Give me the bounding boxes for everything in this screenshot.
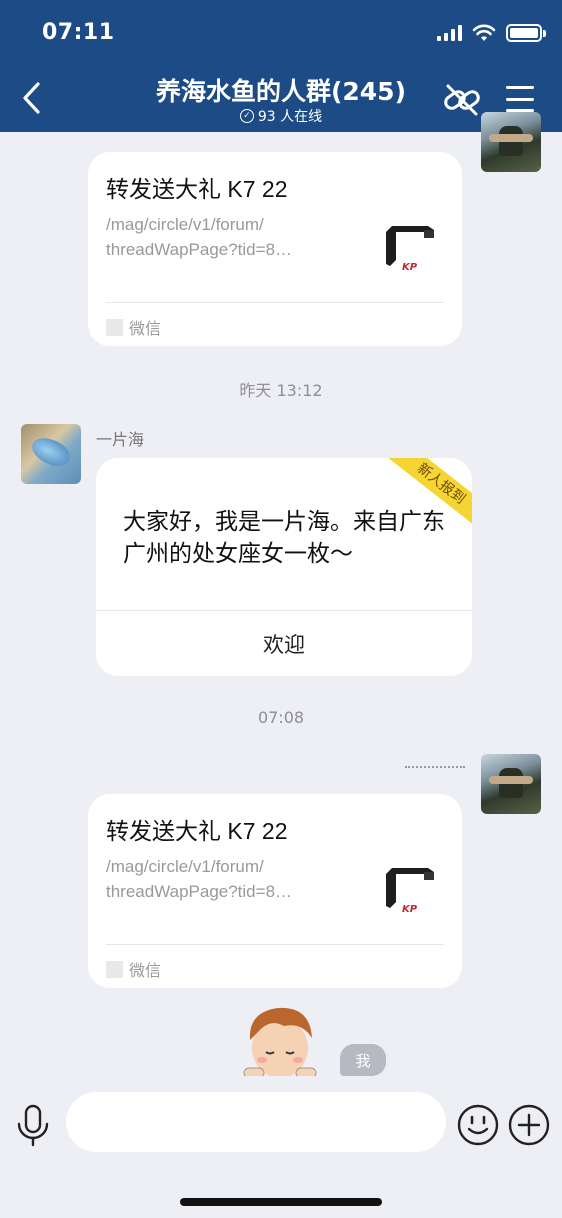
link-card-title: 转发送大礼 K7 22 [106,176,288,202]
svg-text:KP: KP [402,262,418,273]
me-badge: 我 [340,1044,386,1076]
divider [106,302,444,303]
avatar-self[interactable] [481,112,541,172]
link-card-source: 微信 [106,957,161,981]
welcome-message-text: 大家好，我是一片海。来自广东广州的处女座女一枚～ [123,509,445,567]
new-member-card: 新人报到 大家好，我是一片海。来自广东广州的处女座女一枚～ 欢迎 [96,458,472,676]
wechat-logo-icon [106,960,123,978]
cellular-signal-icon [437,25,462,41]
link-card-description: /mag/circle/v1/forum/ threadWapPage?tid=… [106,215,293,259]
microphone-icon[interactable] [14,1102,52,1150]
status-time: 07:11 [42,20,115,45]
cartoon-boy-sticker[interactable] [240,1004,320,1076]
sending-indicator [405,766,465,768]
timestamp: 07:08 [257,708,305,727]
plus-circle-icon[interactable] [507,1103,551,1147]
link-card[interactable]: 转发送大礼 K7 22 /mag/circle/v1/forum/ thread… [88,794,462,988]
link-off-icon[interactable] [442,82,482,118]
battery-icon [506,24,546,42]
hamburger-menu-icon[interactable] [506,86,534,112]
home-indicator [180,1198,382,1206]
check-circle-icon: ✓ [239,109,254,123]
link-thumbnail-image: KP [378,862,440,926]
wechat-logo-icon [106,318,123,336]
link-card-title: 转发送大礼 K7 22 [106,818,288,844]
svg-text:KP: KP [402,904,418,915]
message-input[interactable] [66,1092,446,1152]
link-card-source: 微信 [106,315,161,339]
sender-name: 一片海 [96,430,145,449]
divider [106,944,444,945]
link-card-description: /mag/circle/v1/forum/ threadWapPage?tid=… [106,857,293,901]
avatar-self[interactable] [481,754,541,814]
welcome-button[interactable]: 欢迎 [96,611,472,676]
status-icons [437,24,546,42]
timestamp: 昨天 13:12 [239,381,323,400]
wifi-icon [472,24,496,41]
avatar-sender[interactable] [21,424,81,484]
link-thumbnail-image: KP [378,220,440,284]
top-navigation-bar: 07:11 养海水鱼的人群(245) ✓ 93 人在线 [0,0,562,132]
link-card[interactable]: 转发送大礼 K7 22 /mag/circle/v1/forum/ thread… [88,152,462,346]
online-count-label: 93 人在线 [257,109,323,125]
smiley-icon[interactable] [456,1103,500,1147]
